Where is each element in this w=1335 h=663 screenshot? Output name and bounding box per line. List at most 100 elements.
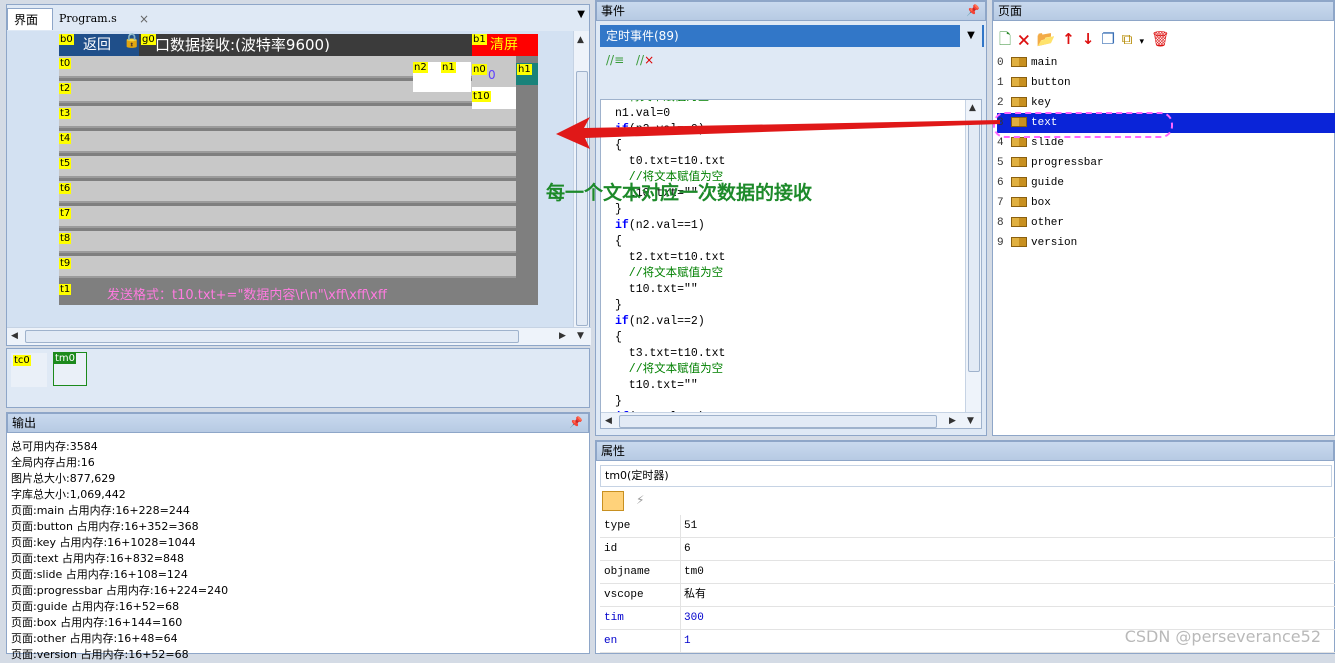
property-row-type[interactable]: type 51: [600, 515, 1335, 538]
chevron-down-icon[interactable]: ▼: [960, 25, 982, 47]
output-line: 页面:key 占用内存:16+1028=1044: [11, 536, 196, 549]
property-divider: [680, 584, 681, 607]
scroll-right-icon[interactable]: ▶: [949, 416, 956, 426]
text-row-t5[interactable]: t5: [59, 156, 516, 178]
text-row-t3[interactable]: t3: [59, 106, 516, 128]
send-format-text[interactable]: 发送格式：t10.txt+="数据内容\r\n"\xff\xff\xff: [107, 284, 387, 303]
scroll-down-icon[interactable]: ▼: [967, 416, 974, 426]
page-item-progressbar[interactable]: 5 progressbar: [997, 153, 1335, 173]
h1-tag: h1: [517, 64, 532, 75]
b1-tag: b1: [472, 34, 487, 45]
code-line: n1.val=0: [615, 107, 671, 120]
g0-tag: g0: [141, 34, 156, 45]
page-index: 0: [997, 57, 1004, 69]
page-label: button: [1031, 77, 1071, 89]
page-item-guide[interactable]: 6 guide: [997, 173, 1335, 193]
scroll-left-icon[interactable]: ◀: [11, 331, 18, 341]
property-value[interactable]: 51: [684, 515, 697, 538]
property-value[interactable]: 300: [684, 607, 704, 630]
object-select[interactable]: tm0(定时器): [600, 465, 1332, 487]
property-divider: [680, 515, 681, 538]
page-icon: [1011, 177, 1027, 188]
move-up-icon[interactable]: ↑: [1062, 30, 1082, 48]
lock-icon: 🔒: [123, 33, 141, 49]
tm0-object[interactable]: tm0: [53, 352, 87, 386]
code-vscroll[interactable]: ▲: [965, 100, 981, 412]
trash-icon[interactable]: 🗑: [1151, 30, 1177, 48]
page-item-box[interactable]: 7 box: [997, 193, 1335, 213]
code-editor[interactable]: //将文本赋值为空n1.val=0if(n2.val==0){ t0.txt=t…: [600, 99, 982, 429]
code-line: //将文本赋值为空: [615, 363, 724, 376]
property-divider: [680, 630, 681, 653]
text-row-t8[interactable]: t8: [59, 231, 516, 253]
row-tag: t4: [59, 133, 72, 144]
text-row-t6[interactable]: t6: [59, 181, 516, 203]
pin-icon[interactable]: 📌: [966, 2, 980, 20]
page-icon: [1011, 217, 1027, 228]
code-line: t0.txt=t10.txt: [615, 155, 726, 168]
tab-dropdown-icon[interactable]: ▼: [577, 9, 585, 20]
add-page-icon[interactable]: 🗋: [999, 30, 1018, 48]
text-row-t7[interactable]: t7: [59, 206, 516, 228]
text-row-t4[interactable]: t4: [59, 131, 516, 153]
n1-number[interactable]: n1: [441, 62, 471, 92]
output-pane: 输出 📌 总可用内存:3584 全局内存占用:16 图片总大小:877,629 …: [6, 412, 590, 661]
scroll-thumb[interactable]: [968, 122, 980, 372]
code-hscroll[interactable]: ◀ ▶ ▼: [601, 412, 981, 428]
tab-ui[interactable]: 界面: [7, 8, 53, 30]
code-line: t2.txt=t10.txt: [615, 251, 726, 264]
uncomment-icon[interactable]: //×: [636, 53, 654, 67]
page-item-other[interactable]: 8 other: [997, 213, 1335, 233]
page-index: 8: [997, 217, 1004, 229]
scroll-thumb[interactable]: [25, 330, 519, 343]
tc0-object[interactable]: tc0: [11, 353, 47, 387]
n0-number[interactable]: n0 0: [472, 64, 516, 86]
property-key: vscope: [604, 589, 644, 601]
t10-text[interactable]: t10: [472, 87, 516, 109]
page-index: 2: [997, 97, 1004, 109]
property-row-id[interactable]: id 6: [600, 538, 1335, 561]
n2-tag: n2: [413, 62, 428, 73]
code-line: {: [615, 331, 622, 344]
scroll-down-icon[interactable]: ▼: [577, 331, 584, 341]
canvas-hscroll[interactable]: ◀ ▶ ▼: [7, 327, 591, 345]
watermark: CSDN @perseverance52: [1124, 627, 1321, 646]
property-value[interactable]: tm0: [684, 561, 704, 584]
pin-icon[interactable]: 📌: [569, 414, 583, 432]
code-line: }: [615, 395, 622, 408]
page-item-version[interactable]: 9 version: [997, 233, 1335, 253]
close-tab-icon[interactable]: ×: [133, 8, 155, 30]
page-item-button[interactable]: 1 button: [997, 73, 1335, 93]
page-icon: [1011, 57, 1027, 68]
row-tag: t3: [59, 108, 72, 119]
property-value[interactable]: 1: [684, 630, 691, 653]
events-icon[interactable]: ⚡: [636, 493, 644, 507]
delete-page-icon[interactable]: 🗙: [1018, 30, 1036, 48]
timer-tray: tc0 tm0: [6, 348, 590, 408]
property-value[interactable]: 6: [684, 538, 691, 561]
scroll-left-icon[interactable]: ◀: [605, 416, 612, 426]
scroll-right-icon[interactable]: ▶: [559, 331, 566, 341]
scroll-thumb[interactable]: [619, 415, 937, 428]
page-item-main[interactable]: 0 main: [997, 53, 1335, 73]
properties-icon[interactable]: [602, 491, 624, 511]
copy-page-icon[interactable]: ❐: [1101, 30, 1121, 48]
property-value[interactable]: 私有: [684, 584, 706, 607]
code-text[interactable]: //将文本赋值为空n1.val=0if(n2.val==0){ t0.txt=t…: [615, 100, 726, 426]
move-down-icon[interactable]: ↓: [1082, 30, 1102, 48]
text-row-t9[interactable]: t9: [59, 256, 516, 278]
h1-slider[interactable]: h1: [516, 63, 538, 85]
insert-page-icon[interactable]: 📂: [1036, 30, 1062, 48]
n2-number[interactable]: n2: [413, 62, 441, 92]
page-item-key[interactable]: 2 key: [997, 93, 1335, 113]
n1-tag: n1: [441, 62, 456, 73]
output-line: 页面:main 占用内存:16+228=244: [11, 504, 190, 517]
property-row-objname[interactable]: objname tm0: [600, 561, 1335, 584]
chevron-down-icon[interactable]: ▾: [1139, 37, 1151, 47]
scroll-up-icon[interactable]: ▲: [969, 103, 976, 113]
comment-icon[interactable]: //≡: [606, 53, 624, 67]
scroll-up-icon[interactable]: ▲: [577, 35, 584, 45]
import-page-icon[interactable]: ⧉: [1122, 30, 1140, 48]
event-select[interactable]: 定时事件(89) ▼: [600, 25, 984, 47]
property-row-vscope[interactable]: vscope 私有: [600, 584, 1335, 607]
